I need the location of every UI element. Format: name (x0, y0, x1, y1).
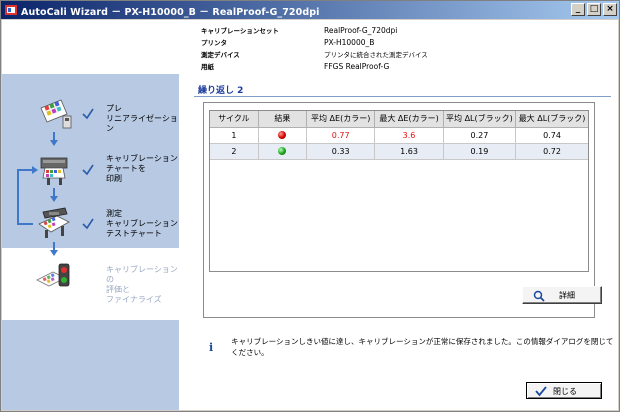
info-label-printer: プリンタ (201, 39, 227, 47)
info-label-device: 測定デバイス (201, 51, 240, 59)
results-box: サイクル 結果 平均 ΔE(カラー) 最大 ΔE(カラー) 平均 ΔL(ブラック… (203, 102, 602, 318)
col-header-cycle[interactable]: サイクル (210, 111, 259, 128)
step-label-measure-chart: 測定 キャリブレーション テストチャート (106, 209, 178, 239)
printer-icon (40, 157, 68, 185)
cell-avg-dl: 0.19 (443, 143, 517, 160)
down-arrow-icon (50, 250, 58, 256)
cell-max-dl: 0.72 (515, 143, 588, 160)
flow-arrow-stem (53, 242, 55, 250)
main-panel: 繰り返し 2 サイクル 結果 平均 ΔE(カラー) 最大 ΔE(カラー) 平均 … (179, 74, 618, 410)
step-label-print-chart: キャリブレーション チャートを 印刷 (106, 154, 178, 184)
cell-result (258, 143, 308, 160)
info-value-device: プリンタに統合された測定デバイス (324, 51, 428, 59)
cell-avg-de: 0.33 (306, 143, 376, 160)
flow-arrow-stem (53, 188, 55, 196)
step-4-line-3: ファイナライズ (106, 295, 162, 304)
col-header-avg-dl[interactable]: 平均 ΔL(ブラック) (443, 111, 517, 128)
checkmark-icon (535, 386, 547, 397)
title-bar[interactable]: AutoCali Wizard － PX-H10000_B － RealProo… (1, 1, 619, 19)
step-1-line-1: プレ (106, 104, 122, 113)
flow-arrow-stem (53, 132, 55, 140)
cell-max-de: 1.63 (374, 143, 444, 160)
info-value-set: RealProof-G_720dpi (324, 26, 398, 35)
fail-status-icon (278, 131, 287, 139)
loop-bracket-top (17, 169, 33, 171)
prelinearization-icon (40, 99, 72, 129)
window-title: AutoCali Wizard － PX-H10000_B － RealProo… (21, 7, 320, 18)
maximize-button[interactable]: □ (587, 3, 601, 16)
step-3-line-2: キャリブレーション (106, 219, 178, 228)
step-1-line-2: リニアライゼーション (106, 114, 178, 133)
title-divider (194, 96, 611, 97)
cell-result (258, 127, 308, 144)
info-value-printer: PX-H10000_B (324, 38, 375, 47)
results-table-container: サイクル 結果 平均 ΔE(カラー) 最大 ΔE(カラー) 平均 ΔL(ブラック… (209, 110, 589, 272)
table-row[interactable]: 1 0.77 3.6 0.27 0.74 (210, 127, 588, 144)
step-label-prelinearization: プレ リニアライゼーション (106, 104, 179, 134)
close-button-label: 閉じる (553, 387, 577, 396)
evaluate-icon (36, 263, 70, 287)
measure-icon (38, 207, 70, 238)
app-icon (5, 5, 17, 15)
wizard-window: AutoCali Wizard － PX-H10000_B － RealProo… (0, 0, 620, 412)
minimize-button[interactable]: _ (571, 3, 585, 16)
loop-bracket-bottom (17, 223, 33, 225)
cell-cycle: 1 (210, 127, 259, 144)
col-header-result[interactable]: 結果 (258, 111, 308, 128)
pass-status-icon (278, 147, 287, 155)
status-message: i キャリブレーションしきい値に達し、キャリブレーションが正常に保存されました。… (209, 336, 618, 358)
checkmark-icon (82, 108, 94, 120)
step-3-line-3: テストチャート (106, 229, 162, 238)
cell-avg-de: 0.77 (306, 127, 376, 144)
info-icon: i (209, 340, 214, 354)
cell-max-dl: 0.74 (515, 127, 588, 144)
close-window-button[interactable]: × (603, 3, 617, 16)
step-2-line-1: キャリブレーション (106, 154, 178, 163)
status-message-text: キャリブレーションしきい値に達し、キャリブレーションが正常に保存されました。この… (231, 337, 614, 357)
info-value-media: FFGS RealProof-G (324, 62, 390, 71)
step-2-line-3: 印刷 (106, 174, 122, 183)
step-3-line-1: 測定 (106, 209, 122, 218)
cell-cycle: 2 (210, 143, 259, 160)
wizard-steps-sidebar: プレ リニアライゼーション キャリブレーション チャートを 印刷 測定 キャリブ… (2, 74, 179, 410)
info-label-set: キャリブレーションセット (201, 27, 279, 35)
step-2-line-2: チャートを (106, 164, 146, 173)
step-4-line-2: 評価と (106, 285, 130, 294)
header-panel: キャリブレーションセット RealProof-G_720dpi プリンタ PX-H1… (2, 20, 618, 74)
step-label-evaluate-finalize: キャリブレーションの 評価と ファイナライズ (106, 265, 179, 305)
info-label-media: 用紙 (201, 63, 214, 71)
calibration-info: キャリブレーションセット RealProof-G_720dpi プリンタ PX-H1… (201, 25, 428, 73)
col-header-max-de[interactable]: 最大 ΔE(カラー) (374, 111, 444, 128)
details-button[interactable]: 詳細 (522, 286, 602, 304)
checkmark-icon (82, 164, 94, 176)
checkmark-icon (82, 218, 94, 230)
step-4-line-1: キャリブレーションの (106, 265, 178, 284)
down-arrow-icon (50, 196, 58, 202)
details-button-label: 詳細 (559, 291, 575, 300)
table-row[interactable]: 2 0.33 1.63 0.19 0.72 (210, 143, 588, 160)
iteration-title: 繰り返し 2 (198, 86, 244, 96)
col-header-avg-de[interactable]: 平均 ΔE(カラー) (306, 111, 376, 128)
close-button[interactable]: 閉じる (526, 382, 602, 399)
down-arrow-icon (50, 140, 58, 146)
cell-avg-dl: 0.27 (443, 127, 517, 144)
results-table: サイクル 結果 平均 ΔE(カラー) 最大 ΔE(カラー) 平均 ΔL(ブラック… (210, 111, 588, 160)
magnifier-icon (533, 290, 545, 302)
col-header-max-dl[interactable]: 最大 ΔL(ブラック) (515, 111, 588, 128)
cell-max-de: 3.6 (374, 127, 444, 144)
loop-bracket (17, 169, 19, 225)
table-header-row: サイクル 結果 平均 ΔE(カラー) 最大 ΔE(カラー) 平均 ΔL(ブラック… (210, 111, 588, 128)
